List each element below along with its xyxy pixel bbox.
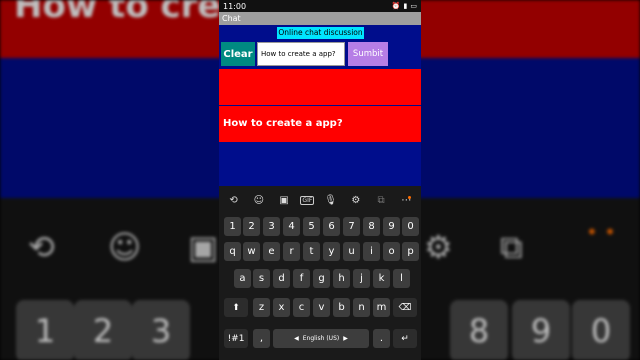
key-l[interactable]: l [393,269,410,288]
space-label: English (US) [302,335,340,342]
key-2[interactable]: 2 [243,217,260,236]
key-k[interactable]: k [373,269,390,288]
clipboard-icon[interactable]: ⧉ [372,195,390,206]
message-box: How to create a app? [219,106,421,142]
comma-key[interactable]: , [253,329,270,348]
keyboard: ⟲ ☺ ▣ GIF 🎙 ⚙ ⧉ ⋯ 1 2 3 4 5 6 7 8 9 0 q … [219,186,421,360]
key-5[interactable]: 5 [303,217,320,236]
settings-icon[interactable]: ⚙ [347,195,365,206]
message-text: How to create a app? [223,118,343,129]
more-icon[interactable]: ⋯ [397,195,415,206]
key-1[interactable]: 1 [224,217,241,236]
clear-button[interactable]: Clear [221,42,255,66]
key-e[interactable]: e [263,242,280,261]
key-3[interactable]: 3 [263,217,280,236]
backspace-icon: ⌫ [398,302,412,313]
key-w[interactable]: w [243,242,260,261]
app-title-bar: Chat [219,12,421,25]
key-i[interactable]: i [363,242,380,261]
key-y[interactable]: y [323,242,340,261]
key-t[interactable]: t [303,242,320,261]
alarm-icon: ⏰ [391,2,401,10]
key-f[interactable]: f [293,269,310,288]
shift-key[interactable]: ⬆ [224,298,248,317]
signal-icon: ▮ [403,2,408,10]
key-6[interactable]: 6 [323,217,340,236]
chat-heading: Online chat discussion [277,27,364,39]
keyboard-toolbar: ⟲ ☺ ▣ GIF 🎙 ⚙ ⧉ ⋯ [219,186,421,214]
key-o[interactable]: o [383,242,400,261]
key-4[interactable]: 4 [283,217,300,236]
sticker-icon[interactable]: ▣ [275,195,293,206]
submit-button[interactable]: Sumbit [348,42,388,66]
key-z[interactable]: z [253,298,270,317]
key-x[interactable]: x [273,298,290,317]
key-a[interactable]: a [234,269,251,288]
period-key[interactable]: . [373,329,390,348]
space-key[interactable]: ◀ English (US) ▶ [273,329,369,348]
status-time: 11:00 [223,1,247,11]
chat-app: Online chat discussion Clear How to crea… [219,25,421,186]
key-p[interactable]: p [402,242,419,261]
key-n[interactable]: n [353,298,370,317]
zxcv-row: ⬆ z x c v b n m ⌫ [219,298,421,320]
key-u[interactable]: u [343,242,360,261]
asdf-row: a s d f g h j k l [219,269,421,291]
bottom-row: !#1 , ◀ English (US) ▶ . ↵ [219,329,421,351]
key-8[interactable]: 8 [363,217,380,236]
space-left-arrow-icon: ◀ [294,335,299,342]
emoji-icon[interactable]: ☺ [250,195,268,206]
enter-icon: ↵ [401,333,409,344]
backspace-key[interactable]: ⌫ [393,298,417,317]
key-q[interactable]: q [224,242,241,261]
key-s[interactable]: s [253,269,270,288]
number-row: 1 2 3 4 5 6 7 8 9 0 [219,217,421,239]
key-c[interactable]: c [293,298,310,317]
space-right-arrow-icon: ▶ [343,335,348,342]
key-g[interactable]: g [313,269,330,288]
key-h[interactable]: h [333,269,350,288]
symbols-key[interactable]: !#1 [224,329,248,348]
key-d[interactable]: d [273,269,290,288]
mic-icon[interactable]: 🎙 [322,195,340,206]
key-9[interactable]: 9 [383,217,400,236]
key-b[interactable]: b [333,298,350,317]
key-r[interactable]: r [283,242,300,261]
message-input[interactable]: How to create a app? [257,42,345,66]
battery-icon: ▭ [410,2,417,10]
qwerty-row: q w e r t y u i o p [219,242,421,264]
gif-icon[interactable]: GIF [300,195,315,205]
enter-key[interactable]: ↵ [393,329,417,348]
key-7[interactable]: 7 [343,217,360,236]
phone-screen: 11:00 ⏰ ▮ ▭ Chat Online chat discussion … [219,0,421,360]
key-v[interactable]: v [313,298,330,317]
message-box [219,69,421,105]
status-icons: ⏰ ▮ ▭ [392,2,417,10]
key-0[interactable]: 0 [402,217,419,236]
translate-icon[interactable]: ⟲ [225,195,243,206]
status-bar: 11:00 ⏰ ▮ ▭ [219,0,421,12]
key-j[interactable]: j [353,269,370,288]
key-m[interactable]: m [373,298,390,317]
shift-icon: ⬆ [232,302,240,313]
notification-dot [408,196,411,199]
